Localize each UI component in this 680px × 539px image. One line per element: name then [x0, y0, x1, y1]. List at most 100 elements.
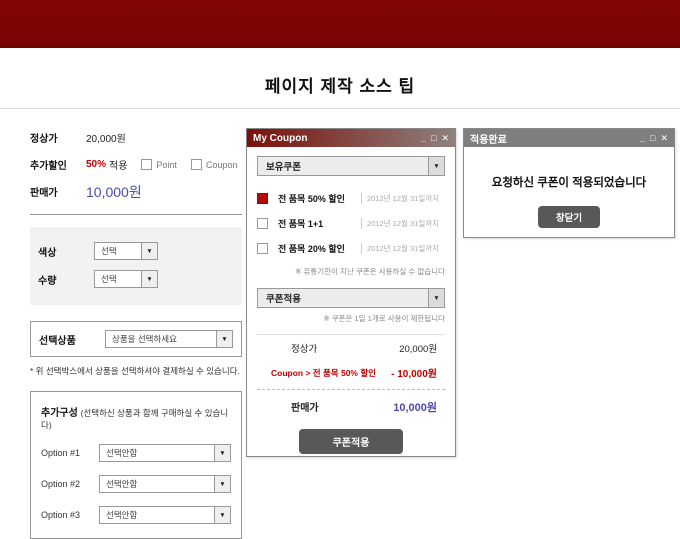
sale-price-label: 판매가	[30, 188, 58, 199]
summary-normal-label: 정상가	[291, 343, 318, 355]
point-checkbox-group: Point	[141, 159, 177, 170]
summary-coupon-value: - 10,000원	[391, 369, 437, 380]
window-controls: _ □ ✕	[640, 133, 668, 143]
dashed-divider	[257, 389, 445, 390]
summary-coupon-row: Coupon > 전 품목 50% 할인 - 10,000원	[257, 360, 445, 385]
extra-option-row: Option #3 선택안함 ▼	[41, 506, 231, 524]
extra-config-title: 추가구성	[41, 408, 78, 419]
page-title: 페이지 제작 소스 팁	[264, 77, 416, 96]
normal-price-row: 정상가 20,000원	[30, 124, 242, 151]
coupon-checkbox[interactable]	[190, 159, 202, 170]
coupon-row: 전 품목 50% 할인 2012년 12월 31일까지	[257, 186, 445, 211]
qty-select-value: 선택	[101, 274, 117, 284]
coupon-checkbox-checked[interactable]	[257, 193, 268, 204]
extra-option-row: Option #2 선택안함 ▼	[41, 475, 231, 493]
chevron-down-icon: ▼	[428, 157, 444, 175]
applied-titlebar[interactable]: 적용완료 _ □ ✕	[464, 129, 674, 147]
chevron-down-icon: ▼	[214, 507, 230, 523]
coupon-row: 전 품목 1+1 2012년 12월 31일까지	[257, 211, 445, 236]
coupon-expiry: 2012년 12월 31일까지	[361, 218, 445, 229]
discount-row: 추가할인 50% 적용 Point Coupon	[30, 151, 242, 178]
extra-option-label: Option #3	[41, 510, 81, 520]
summary-sale-label: 판매가	[291, 403, 319, 414]
select-product-value: 상품을 선택하세요	[112, 334, 177, 344]
applied-window-title: 적용완료	[470, 134, 507, 146]
extra-option-value: 선택안함	[106, 510, 138, 520]
color-row: 색상 선택 ▼	[38, 237, 234, 265]
close-window-button[interactable]: 창닫기	[538, 206, 600, 228]
qty-select[interactable]: 선택 ▼	[94, 270, 158, 288]
point-checkbox[interactable]	[141, 159, 153, 170]
applied-message: 요청하신 쿠폰이 적용되었습니다	[491, 177, 647, 189]
my-coupon-titlebar[interactable]: My Coupon _ □ ✕	[247, 129, 455, 147]
applied-window: 적용완료 _ □ ✕ 요청하신 쿠폰이 적용되었습니다 창닫기	[463, 128, 675, 238]
discount-label: 추가할인	[30, 161, 67, 172]
close-icon[interactable]: ✕	[441, 133, 449, 143]
extra-config-box: 추가구성 (선택하신 상품과 함께 구매하실 수 있습니다) Option #1…	[30, 391, 242, 539]
coupon-name: 전 품목 50% 할인	[278, 194, 345, 204]
coupon-list: 전 품목 50% 할인 2012년 12월 31일까지 전 품목 1+1 201…	[257, 186, 445, 261]
summary-coupon-label: Coupon > 전 품목 50% 할인	[271, 367, 376, 378]
maximize-icon[interactable]: □	[650, 133, 655, 143]
extra-option-value: 선택안함	[106, 448, 138, 458]
maximize-icon[interactable]: □	[431, 133, 436, 143]
extra-config-header: 추가구성 (선택하신 상품과 함께 구매하실 수 있습니다)	[41, 404, 231, 431]
color-select[interactable]: 선택 ▼	[94, 242, 158, 260]
extra-option-row: Option #1 선택안함 ▼	[41, 444, 231, 462]
coupon-name: 전 품목 1+1	[278, 219, 324, 229]
select-product-box: 선택상품 상품을 선택하세요 ▼	[30, 321, 242, 357]
normal-price-label: 정상가	[30, 134, 58, 145]
extra-option-1-select[interactable]: 선택안함 ▼	[99, 444, 231, 462]
apply-coupon-button[interactable]: 쿠폰적용	[299, 429, 403, 454]
apply-coupon-label: 쿠폰적용	[266, 294, 301, 305]
product-option-panel: 정상가 20,000원 추가할인 50% 적용 Point Coupon 판매가…	[30, 124, 242, 539]
select-product-label: 선택상품	[39, 335, 76, 347]
owned-coupon-label: 보유쿠폰	[266, 162, 301, 173]
coupon-checkbox[interactable]	[257, 243, 268, 254]
coupon-expiry: 2012년 12월 31일까지	[361, 193, 445, 204]
chevron-down-icon: ▼	[141, 243, 157, 259]
minimize-icon[interactable]: _	[421, 133, 426, 143]
chevron-down-icon: ▼	[428, 289, 444, 307]
summary-sale-value: 10,000원	[393, 401, 437, 414]
normal-price-value: 20,000원	[86, 134, 126, 145]
coupon-checkbox[interactable]	[257, 218, 268, 229]
extra-option-label: Option #2	[41, 479, 81, 489]
extra-option-value: 선택안함	[106, 479, 138, 489]
discount-percent: 50%	[86, 159, 107, 170]
sale-price-row: 판매가 10,000원	[30, 178, 242, 205]
chevron-down-icon: ▼	[216, 331, 232, 347]
summary-normal-row: 정상가 20,000원	[257, 335, 445, 360]
coupon-checkbox-label: Coupon	[205, 159, 238, 170]
owned-coupon-header[interactable]: 보유쿠폰 ▼	[257, 156, 445, 176]
color-label: 색상	[38, 247, 57, 259]
chevron-down-icon: ▼	[214, 476, 230, 492]
discount-suffix: 적용	[109, 161, 128, 172]
coupon-expiry: 2012년 12월 31일까지	[361, 243, 445, 254]
chevron-down-icon: ▼	[214, 445, 230, 461]
summary-normal-value: 20,000원	[399, 343, 437, 355]
coupon-checkbox-group: Coupon	[190, 159, 238, 170]
header-divider	[0, 108, 680, 109]
extra-option-label: Option #1	[41, 448, 81, 458]
select-product-select[interactable]: 상품을 선택하세요 ▼	[105, 330, 233, 348]
extra-option-2-select[interactable]: 선택안함 ▼	[99, 475, 231, 493]
limit-note: ※ 쿠폰은 1일 1개로 사용이 제한됩니다	[323, 314, 445, 323]
my-coupon-window-title: My Coupon	[253, 132, 308, 144]
expiry-note: ※ 유통기한이 지난 쿠폰은 사용하실 수 없습니다	[295, 267, 445, 276]
price-divider	[30, 214, 242, 215]
close-icon[interactable]: ✕	[660, 133, 668, 143]
my-coupon-body: 보유쿠폰 ▼ 전 품목 50% 할인 2012년 12월 31일까지 전 품목 …	[247, 147, 455, 463]
qty-row: 수량 선택 ▼	[38, 265, 234, 293]
my-coupon-window: My Coupon _ □ ✕ 보유쿠폰 ▼ 전 품목 50% 할인 2012년…	[246, 128, 456, 457]
window-controls: _ □ ✕	[421, 133, 449, 143]
point-checkbox-label: Point	[156, 159, 177, 170]
minimize-icon[interactable]: _	[640, 133, 645, 143]
coupon-row: 전 품목 20% 할인 2012년 12월 31일까지	[257, 236, 445, 261]
top-banner	[0, 0, 680, 48]
apply-coupon-header[interactable]: 쿠폰적용 ▼	[257, 288, 445, 308]
chevron-down-icon: ▼	[141, 271, 157, 287]
extra-option-3-select[interactable]: 선택안함 ▼	[99, 506, 231, 524]
summary-sale-row: 판매가 10,000원	[257, 394, 445, 419]
coupon-name: 전 품목 20% 할인	[278, 244, 345, 254]
